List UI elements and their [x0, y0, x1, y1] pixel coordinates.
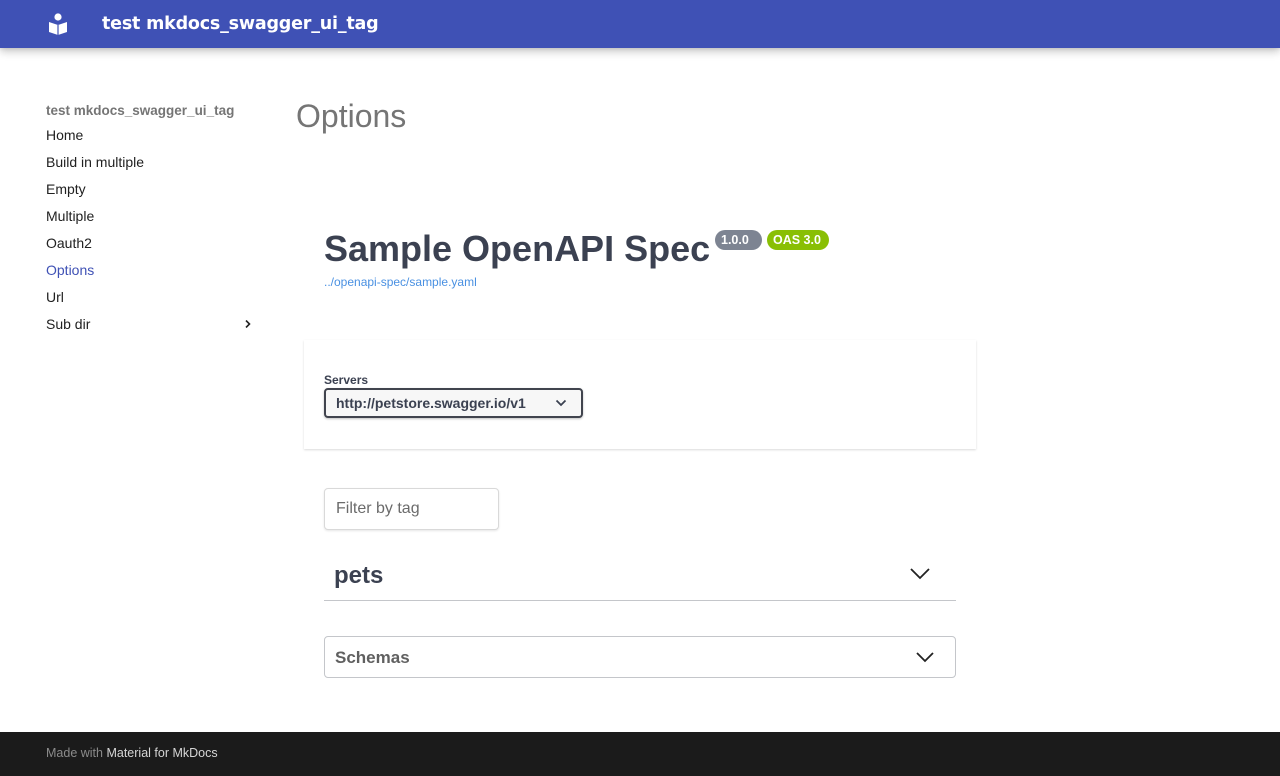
sidebar-item-oauth2[interactable]: Oauth2 [46, 230, 258, 257]
schemas-label: Schemas [335, 648, 410, 667]
servers-label: Servers [324, 373, 369, 387]
spec-title: Sample OpenAPI Spec [324, 228, 711, 269]
oas-badge: OAS 3.0 [767, 230, 829, 250]
book-open-icon[interactable] [48, 13, 68, 35]
sidebar-item-label: Sub dir [46, 316, 91, 332]
filter-by-tag-input[interactable] [324, 488, 499, 530]
sidebar-item-build-in-multiple[interactable]: Build in multiple [46, 149, 258, 176]
sidebar-item-sub-dir[interactable]: Sub dir [46, 311, 258, 338]
version-badge: 1.0.0 [715, 230, 762, 250]
sidebar-item-empty[interactable]: Empty [46, 176, 258, 203]
material-for-mkdocs-link[interactable]: Material for MkDocs [106, 746, 217, 760]
spec-url-link[interactable]: ../openapi-spec/sample.yaml [324, 275, 477, 289]
chevron-right-icon [245, 320, 251, 328]
sidebar-item-url[interactable]: Url [46, 284, 258, 311]
footer-prefix: Made with [46, 746, 103, 760]
top-header: test mkdocs_swagger_ui_tag [0, 0, 1280, 48]
site-title[interactable]: test mkdocs_swagger_ui_tag [102, 14, 379, 34]
chevron-down-icon[interactable] [916, 652, 934, 663]
footer-credit: Made with Material for MkDocs [46, 746, 218, 760]
servers-panel: Servers http://petstore.swagger.io/v1 [304, 340, 976, 449]
sidebar-item-options[interactable]: Options [46, 257, 258, 284]
sidebar-item-home[interactable]: Home [46, 122, 258, 149]
servers-selected-value: http://petstore.swagger.io/v1 [336, 395, 526, 411]
nav-title: test mkdocs_swagger_ui_tag [46, 103, 235, 118]
servers-select[interactable]: http://petstore.swagger.io/v1 [324, 388, 583, 418]
tag-section-pets[interactable]: pets [324, 548, 956, 601]
tag-name: pets [334, 562, 384, 589]
schemas-section[interactable]: Schemas [324, 636, 956, 678]
page-title: Options [296, 98, 407, 134]
chevron-down-icon[interactable] [910, 568, 930, 580]
chevron-down-icon [555, 399, 567, 407]
footer: Made with Material for MkDocs [0, 732, 1280, 776]
sidebar-item-multiple[interactable]: Multiple [46, 203, 258, 230]
sidebar-nav: test mkdocs_swagger_ui_tag Home Build in… [46, 100, 258, 338]
